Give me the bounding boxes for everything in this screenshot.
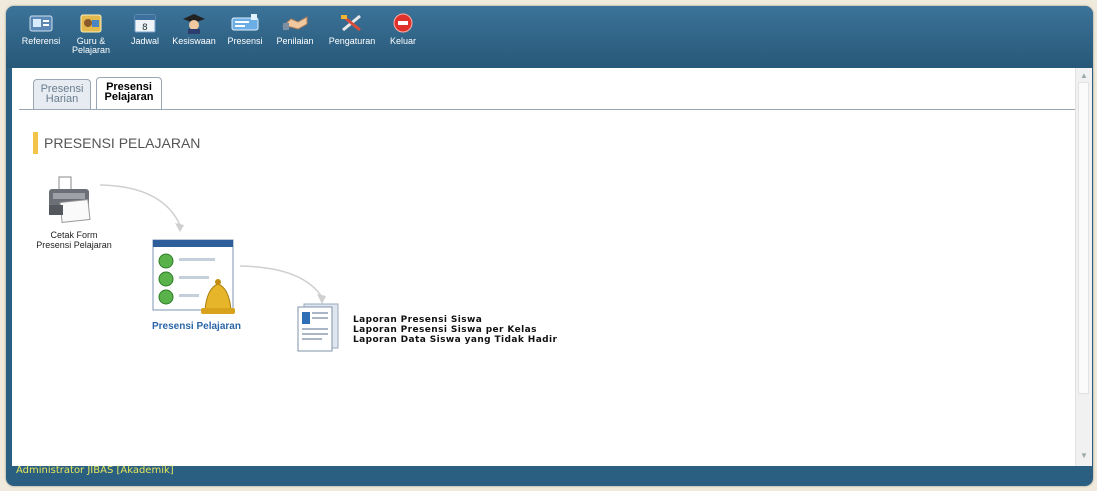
tools-icon (341, 14, 361, 32)
content-panel: Presensi Harian Presensi Pelajaran PRESE… (12, 68, 1092, 466)
printer-icon[interactable] (45, 175, 95, 223)
handshake-icon (281, 16, 308, 30)
power-icon (393, 13, 413, 33)
app-window: Referensi Guru & Pelajaran 8 Jadwal Kesi… (6, 6, 1093, 486)
toolbar-pengaturan[interactable]: Pengaturan (323, 12, 381, 66)
toolbar-kesiswaan[interactable]: Kesiswaan (168, 12, 220, 66)
toolbar-jadwal[interactable]: 8 Jadwal (124, 12, 166, 66)
attendance-icon (231, 14, 259, 31)
vertical-scrollbar[interactable]: ▲ ▼ (1075, 68, 1092, 466)
svg-text:8: 8 (142, 23, 148, 33)
scroll-up-icon[interactable]: ▲ (1078, 70, 1090, 82)
print-form-link[interactable]: Cetak Form Presensi Pelajaran (18, 230, 130, 250)
scroll-down-icon[interactable]: ▼ (1078, 450, 1090, 462)
report-link-presensi-siswa[interactable]: Laporan Presensi Siswa (353, 315, 482, 325)
toolbar-presensi[interactable]: Presensi (222, 12, 268, 66)
reference-icon (29, 15, 53, 32)
status-bar-user: Administrator JIBAS [Akademik] (16, 465, 174, 476)
arrow-main-to-reports (239, 265, 323, 298)
report-link-presensi-siswa-per-kelas[interactable]: Laporan Presensi Siswa per Kelas (353, 325, 537, 335)
report-document-icon (297, 303, 339, 352)
toolbar-referensi[interactable]: Referensi (18, 12, 64, 66)
toolbar-penilaian[interactable]: Penilaian (270, 12, 320, 66)
main-toolbar: Referensi Guru & Pelajaran 8 Jadwal Kesi… (6, 6, 1093, 68)
report-link-siswa-tidak-hadir[interactable]: Laporan Data Siswa yang Tidak Hadir (353, 335, 557, 345)
attendance-form-icon[interactable] (147, 236, 239, 318)
arrow-head-1 (175, 223, 184, 232)
teacher-lesson-icon (80, 14, 102, 33)
toolbar-guru-pelajaran[interactable]: Guru & Pelajaran (66, 12, 116, 66)
calendar-icon: 8 (134, 14, 156, 33)
scroll-thumb[interactable] (1078, 82, 1089, 394)
arrow-print-to-main (99, 184, 181, 226)
student-icon (183, 14, 205, 34)
toolbar-keluar[interactable]: Keluar (386, 12, 420, 66)
presensi-pelajaran-link[interactable]: Presensi Pelajaran (152, 321, 241, 332)
